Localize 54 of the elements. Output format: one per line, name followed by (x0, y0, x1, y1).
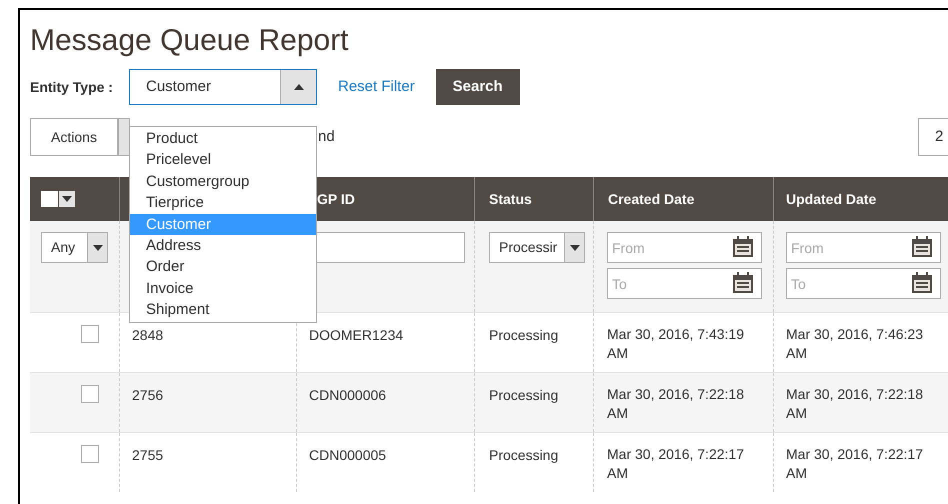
table-cell: Processing (489, 447, 558, 463)
calendar-icon[interactable] (911, 236, 933, 258)
records-found-text: nd (318, 126, 335, 147)
actions-button[interactable]: Actions (30, 118, 118, 156)
any-select[interactable]: Any (41, 232, 108, 263)
table-cell: CDN000006 (309, 387, 386, 403)
caret-icon (92, 244, 102, 250)
column-header[interactable]: GP ID (317, 188, 355, 210)
row-checkbox[interactable] (81, 445, 99, 463)
reset-filter-link[interactable]: Reset Filter (338, 76, 415, 98)
calendar-icon[interactable] (732, 272, 754, 294)
date-field[interactable]: To (786, 268, 941, 299)
table-cell: Mar 30, 2016, 7:22:18 AM (607, 386, 744, 421)
date-field[interactable]: From (786, 232, 941, 263)
status-select[interactable]: Processir (489, 232, 585, 263)
table-cell: Mar 30, 2016, 7:43:19 AM (607, 326, 744, 361)
table-cell: 2848 (132, 327, 164, 343)
search-button[interactable]: Search (436, 69, 520, 105)
caret-icon (62, 196, 72, 202)
table-cell: Mar 30, 2016, 7:46:23 AM (786, 326, 923, 361)
calendar-icon[interactable] (732, 236, 754, 258)
dropdown-option[interactable]: Address (130, 234, 316, 256)
row-checkbox[interactable] (81, 325, 99, 343)
table-cell: Mar 30, 2016, 7:22:17 AM (607, 446, 744, 481)
table-cell: 2756 (132, 387, 164, 403)
mass-select-control[interactable] (41, 191, 75, 207)
table-cell: 2755 (132, 447, 164, 463)
per-page-field[interactable]: 2 (918, 118, 948, 156)
dropdown-option[interactable]: Tierprice (130, 192, 316, 214)
entity-type-select[interactable]: Customer (129, 69, 317, 105)
table-cell: Mar 30, 2016, 7:22:17 AM (786, 446, 923, 481)
date-field[interactable]: To (607, 268, 762, 299)
dropdown-option[interactable]: Product (130, 128, 316, 150)
table-cell: CDN000005 (309, 447, 386, 463)
dropdown-option[interactable]: Shipment (130, 299, 316, 321)
dropdown-option[interactable]: Pricelevel (130, 149, 316, 171)
calendar-icon[interactable] (911, 272, 933, 294)
actions-toggle-button[interactable] (118, 118, 130, 156)
table-cell: DOOMER1234 (309, 327, 404, 343)
dropdown-option[interactable]: Order (130, 256, 316, 278)
column-header[interactable]: Status (489, 188, 532, 210)
table-cell: Processing (489, 387, 558, 403)
date-field[interactable]: From (607, 232, 762, 263)
gp-id-filter-field[interactable] (315, 232, 465, 263)
entity-type-label: Entity Type : (30, 78, 114, 97)
dropdown-option[interactable]: Invoice (130, 278, 316, 300)
caret-icon (570, 244, 580, 250)
row-checkbox[interactable] (81, 385, 99, 403)
table-cell: Processing (489, 327, 558, 343)
page-title: Message Queue Report (30, 23, 349, 59)
table-cell: Mar 30, 2016, 7:22:18 AM (786, 386, 923, 421)
dropdown-option[interactable]: Customergroup (130, 170, 316, 192)
column-header[interactable]: Updated Date (786, 188, 876, 210)
column-header[interactable]: Created Date (608, 188, 694, 210)
